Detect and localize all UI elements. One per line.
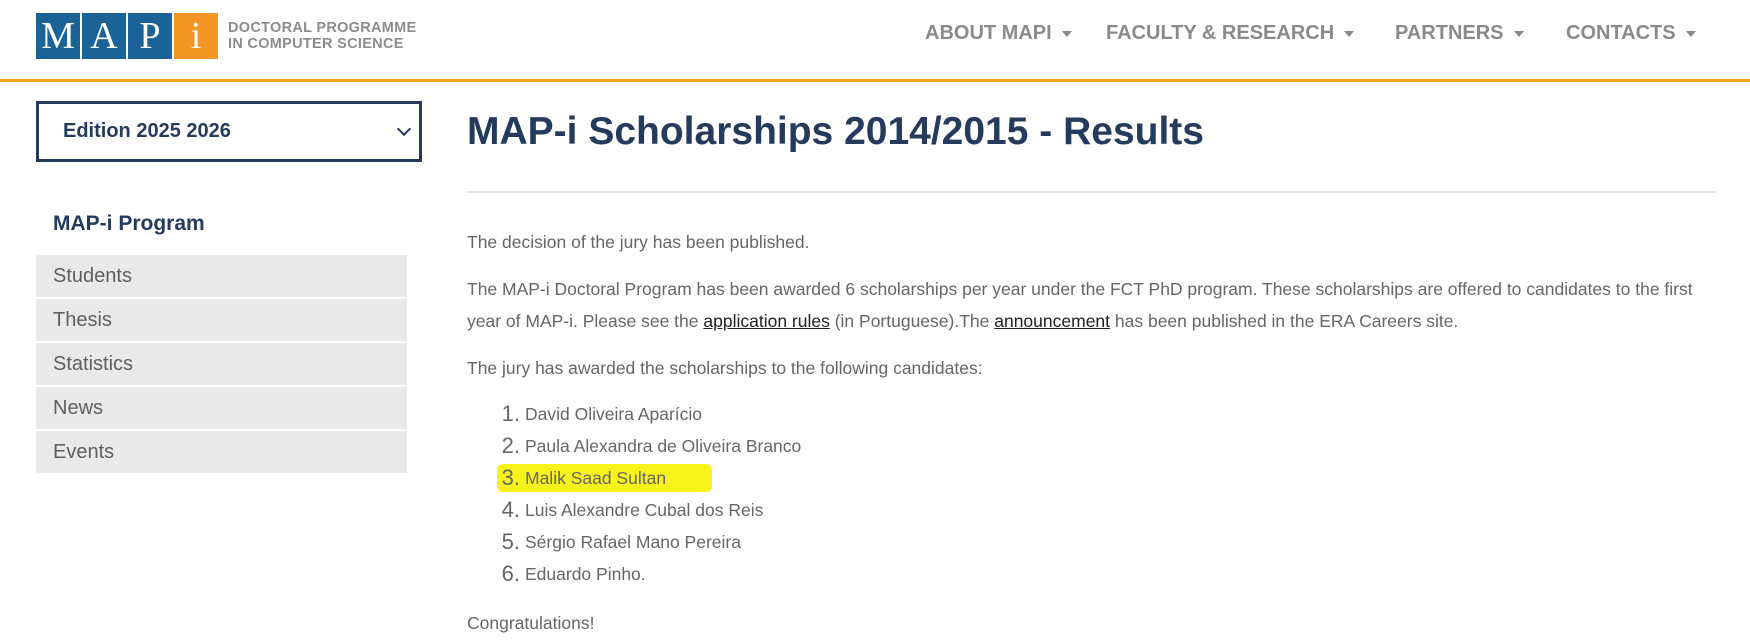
logo-letter: i [174, 13, 218, 59]
caret-down-icon [1513, 30, 1524, 37]
sidebar-item-thesis[interactable]: Thesis [36, 299, 407, 341]
nav-faculty-research[interactable]: FACULTY & RESEARCH [1106, 22, 1355, 45]
logo-letter: P [128, 13, 172, 59]
congratulations-text: Congratulations! [467, 613, 595, 633]
sidebar-menu: Students Thesis Statistics News Events [36, 255, 407, 475]
mapi-logo[interactable]: M A P i DOCTORAL PROGRAMME IN COMPUTER S… [36, 13, 417, 59]
application-rules-link[interactable]: application rules [703, 311, 829, 331]
candidate-item: 6. Eduardo Pinho. [467, 558, 1067, 590]
candidates-list: 1. David Oliveira Aparício 2. Paula Alex… [467, 398, 1067, 590]
candidate-item: 5. Sérgio Rafael Mano Pereira [467, 526, 1067, 558]
nav-label: ABOUT MAPI [925, 22, 1052, 44]
candidate-name: Malik Saad Sultan [525, 467, 667, 488]
nav-label: PARTNERS [1395, 22, 1504, 44]
candidate-number: 3. [501, 465, 520, 490]
logo-letter: M [36, 13, 80, 59]
sidebar-section-title[interactable]: MAP-i Program [53, 212, 205, 236]
logo-tagline-line1: DOCTORAL PROGRAMME [228, 20, 417, 36]
sidebar-item-news[interactable]: News [36, 387, 407, 429]
description-text: has been published in the ERA Careers si… [1110, 311, 1459, 331]
sidebar-item-students[interactable]: Students [36, 255, 407, 297]
candidate-name: Paula Alexandra de Oliveira Branco [525, 435, 802, 456]
caret-down-icon [1061, 30, 1072, 37]
site-header: M A P i DOCTORAL PROGRAMME IN COMPUTER S… [0, 0, 1750, 82]
nav-about-mapi[interactable]: ABOUT MAPI [925, 22, 1072, 45]
candidate-name: Eduardo Pinho. [525, 563, 646, 584]
logo-tagline-line2: IN COMPUTER SCIENCE [228, 36, 404, 52]
candidate-item: 2. Paula Alexandra de Oliveira Branco [467, 430, 1067, 462]
announcement-link[interactable]: announcement [994, 311, 1110, 331]
candidate-number: 6. [501, 561, 520, 586]
edition-select-value: Edition 2025 2026 [63, 120, 231, 142]
candidate-name: Luis Alexandre Cubal dos Reis [525, 499, 764, 520]
candidate-item-highlighted: 3. Malik Saad Sultan [467, 462, 1067, 494]
awarded-intro-text: The jury has awarded the scholarships to… [467, 358, 983, 378]
logo-tagline: DOCTORAL PROGRAMME IN COMPUTER SCIENCE [228, 20, 417, 52]
page-title: MAP-i Scholarships 2014/2015 - Results [467, 110, 1204, 153]
candidate-number: 1. [501, 401, 520, 426]
jury-decision-text: The decision of the jury has been publis… [467, 232, 810, 252]
candidate-number: 4. [501, 497, 520, 522]
candidate-number: 2. [501, 433, 520, 458]
logo-letter: A [82, 13, 126, 59]
edition-select[interactable]: Edition 2025 2026 [36, 101, 422, 162]
title-divider [467, 191, 1716, 193]
candidate-item: 4. Luis Alexandre Cubal dos Reis [467, 494, 1067, 526]
candidate-name: Sérgio Rafael Mano Pereira [525, 531, 741, 552]
nav-partners[interactable]: PARTNERS [1395, 22, 1524, 45]
program-description: The MAP-i Doctoral Program has been awar… [467, 273, 1717, 337]
sidebar-item-events[interactable]: Events [36, 431, 407, 473]
nav-label: CONTACTS [1566, 22, 1676, 44]
candidate-number: 5. [501, 529, 520, 554]
chevron-down-icon [396, 121, 412, 137]
nav-label: FACULTY & RESEARCH [1106, 22, 1335, 44]
caret-down-icon [1344, 30, 1355, 37]
description-text: (in Portuguese).The [829, 311, 995, 331]
caret-down-icon [1685, 30, 1696, 37]
sidebar-item-statistics[interactable]: Statistics [36, 343, 407, 385]
nav-contacts[interactable]: CONTACTS [1566, 22, 1696, 45]
candidate-item: 1. David Oliveira Aparício [467, 398, 1067, 430]
candidate-name: David Oliveira Aparício [525, 403, 703, 424]
